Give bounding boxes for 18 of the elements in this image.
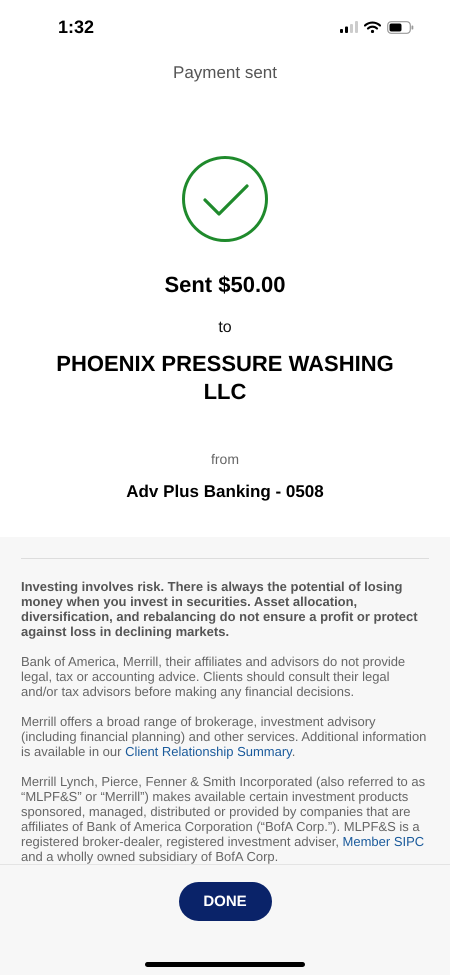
disclosure-paragraph: Merrill offers a broad range of brokerage, investment advisory (including financial planning) and other services. Additional information is available in our Client Relationship Summary. — [21, 714, 428, 759]
wifi-icon — [364, 21, 381, 33]
amount-text: Sent $50.00 — [164, 272, 286, 298]
battery-icon — [387, 20, 414, 34]
payee-name: PHOENIX PRESSURE WASHING LLC — [55, 350, 395, 406]
text-link[interactable]: Member SIPC — [342, 834, 424, 849]
disclosure-paragraph: Bank of America, Merrill, their affiliates and advisors do not provide legal, tax or accounting advice. Clients should consult their legal and/or tax advisors before making any financial decisions. — [21, 654, 406, 699]
disclosure-paragraph: Investing involves risk. There is always the potential of losing money when you invest in securities. Asset allocation, diversification, and rebalancing do not ensure a profit or protect against loss in declining markets. — [21, 579, 419, 639]
signal-icon — [340, 21, 358, 33]
checkmark-icon — [181, 155, 269, 243]
status-time: 1:32 — [58, 16, 94, 38]
account-name: Adv Plus Banking - 0508 — [126, 482, 324, 502]
disclosure-paragraph: Merrill Lynch, Pierce, Fenner & Smith Incorporated (also referred to as “MLPF&S” or “Merrill”) makes available certain investment products sponsored, managed, distributed or provided by companies that are affiliates of Bank of America Corporation (“BofA Corp.”). MLPF&S is a registered broker-dealer, registered investment adviser, Member SIPC and a wholly owned subsidiary of BofA Corp. — [21, 774, 426, 864]
to-label: to — [218, 319, 232, 337]
text-link[interactable]: Client Relationship Summary — [125, 744, 292, 759]
page-title: Payment sent — [173, 63, 277, 83]
from-label: from — [211, 451, 239, 467]
done-button[interactable]: DONE — [178, 882, 272, 921]
